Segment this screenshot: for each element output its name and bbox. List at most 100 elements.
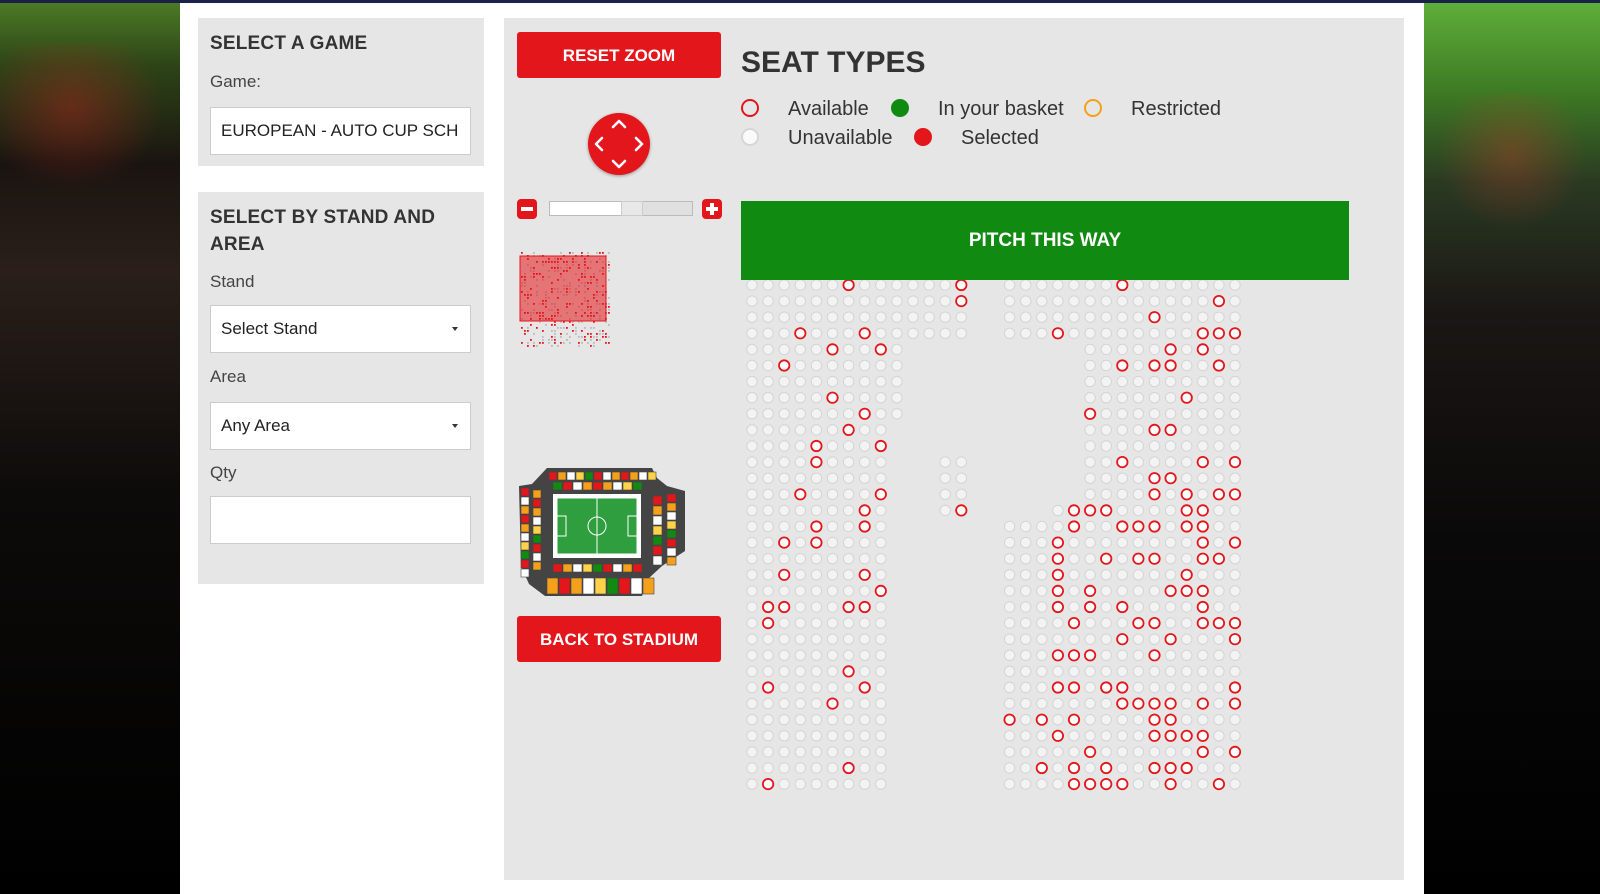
seat[interactable] [1051,568,1064,581]
seat[interactable] [1132,520,1145,533]
seat[interactable] [762,777,775,791]
stadium-section[interactable] [532,561,542,571]
stadium-section[interactable] [582,577,595,595]
stadium-section[interactable] [572,563,583,573]
stadium-section[interactable] [570,577,583,595]
seat[interactable] [1067,681,1081,694]
stadium-section[interactable] [532,543,542,553]
stadium-section[interactable] [652,505,663,516]
seat[interactable] [762,600,775,614]
seat[interactable] [858,327,871,340]
seat[interactable] [1212,327,1225,340]
seat[interactable] [1100,552,1113,565]
back-to-stadium-button[interactable]: BACK TO STADIUM [517,616,721,662]
seat[interactable] [1212,552,1225,565]
seat[interactable] [1164,343,1177,356]
seat[interactable] [1067,777,1081,791]
seat[interactable] [1164,713,1177,726]
stadium-section[interactable] [532,534,542,544]
seat[interactable] [1148,616,1161,630]
seat[interactable] [1148,520,1161,533]
zoom-out-button[interactable] [517,199,537,219]
seat[interactable] [1100,761,1113,775]
seat[interactable] [1196,520,1209,533]
seat[interactable] [1148,488,1161,501]
stadium-section[interactable] [652,535,663,546]
seat[interactable] [1035,713,1048,726]
game-select[interactable]: EUROPEAN - AUTO CUP SCH [210,107,471,155]
seat[interactable] [1196,697,1209,710]
qty-input[interactable] [210,496,471,544]
seat[interactable] [1003,713,1016,726]
seat[interactable] [1196,745,1209,758]
seat[interactable] [1083,745,1097,758]
seat[interactable] [1228,536,1242,549]
seat[interactable] [778,568,791,581]
seat[interactable] [810,439,823,453]
stadium-section[interactable] [618,577,631,595]
seat[interactable] [955,504,968,517]
zoom-slider[interactable] [549,201,693,216]
stadium-section[interactable] [652,495,663,506]
seat[interactable] [1228,745,1242,758]
seat[interactable] [1164,359,1177,372]
seat[interactable] [858,520,871,533]
stadium-section[interactable] [647,471,657,481]
stadium-section[interactable] [594,577,607,595]
seat[interactable] [826,697,839,710]
seat[interactable] [1051,729,1064,742]
seat[interactable] [1196,616,1209,630]
seat[interactable] [874,584,887,597]
stadium-section[interactable] [666,520,677,530]
stadium-section[interactable] [520,541,530,551]
stadium-section[interactable] [532,552,542,562]
stadium-section[interactable] [592,481,603,491]
seat[interactable] [1164,697,1177,710]
stadium-section[interactable] [611,471,621,481]
stadium-section[interactable] [532,489,542,499]
seat[interactable] [1212,616,1225,630]
seat[interactable] [1164,777,1177,791]
seat[interactable] [858,681,871,694]
seat[interactable] [1196,729,1209,742]
seat[interactable] [1051,600,1064,614]
stadium-section[interactable] [532,498,542,508]
seat[interactable] [1083,777,1097,791]
seat[interactable] [1196,552,1209,565]
seat[interactable] [1051,649,1064,662]
seat[interactable] [1116,633,1129,646]
stadium-section[interactable] [632,563,643,573]
seat[interactable] [1180,729,1193,742]
seat[interactable] [1180,584,1193,597]
seat[interactable] [1132,552,1145,565]
stadium-section[interactable] [582,481,593,491]
seat[interactable] [1196,327,1209,340]
stadium-section[interactable] [630,577,643,595]
seat[interactable] [1228,488,1242,501]
seat[interactable] [1196,343,1209,356]
area-select[interactable]: Any Area [210,402,471,450]
stadium-section[interactable] [520,532,530,542]
stadium-section[interactable] [532,507,542,517]
stadium-section[interactable] [520,514,530,524]
seat[interactable] [810,520,823,533]
seat[interactable] [858,407,871,420]
stadium-section[interactable] [666,547,677,557]
seat[interactable] [794,488,807,501]
seat[interactable] [1196,600,1209,614]
seat[interactable] [1148,311,1161,324]
stadium-section[interactable] [652,515,663,526]
seat[interactable] [762,681,775,694]
seat[interactable] [1148,729,1161,742]
stadium-section[interactable] [622,563,633,573]
stadium-section[interactable] [552,481,563,491]
seat[interactable] [762,616,775,630]
seat[interactable] [1180,520,1193,533]
stadium-section[interactable] [558,577,571,595]
stadium-section[interactable] [582,563,593,573]
seat[interactable] [1228,327,1242,340]
stadium-section[interactable] [666,493,677,503]
seat[interactable] [1116,681,1129,694]
seat[interactable] [1100,504,1113,517]
seat[interactable] [1067,713,1081,726]
